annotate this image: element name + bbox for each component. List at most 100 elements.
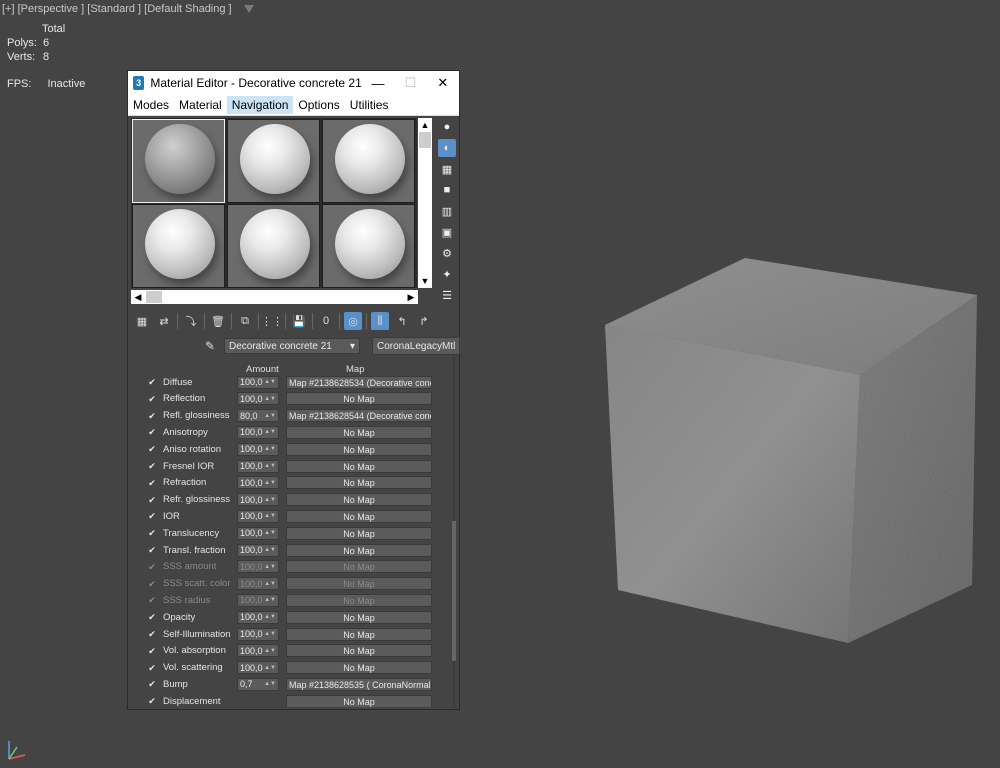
amount-spinner[interactable]: 100,0 ▲▼: [237, 560, 279, 574]
sample-slot-2[interactable]: [227, 119, 320, 203]
minimize-button[interactable]: —: [362, 76, 394, 91]
map-button[interactable]: Map #2138628534 (Decorative conc: [286, 375, 432, 389]
video-color-check-icon[interactable]: ▥: [438, 202, 456, 220]
map-button[interactable]: No Map: [286, 661, 432, 675]
slots-horizontal-scrollbar[interactable]: ◀ ▶: [131, 290, 418, 304]
scroll-thumb[interactable]: [419, 132, 431, 148]
param-checkbox[interactable]: ✔: [147, 461, 157, 471]
sample-uv-tiling-icon[interactable]: ■: [438, 181, 456, 199]
spinner-arrows-icon[interactable]: ▲▼: [264, 497, 276, 503]
map-button[interactable]: No Map: [286, 543, 432, 557]
param-checkbox[interactable]: ✔: [147, 444, 157, 454]
map-button[interactable]: No Map: [286, 577, 432, 591]
scroll-up-icon[interactable]: ▲: [418, 118, 432, 132]
menu-modes[interactable]: Modes: [128, 96, 174, 114]
scroll-left-icon[interactable]: ◀: [131, 290, 145, 304]
concrete-cube[interactable]: [600, 255, 980, 645]
assign-material-icon[interactable]: ⤵: [182, 312, 200, 330]
material-type-button[interactable]: CoronaLegacyMtl: [372, 337, 461, 355]
spinner-arrows-icon[interactable]: ▲▼: [264, 413, 276, 419]
spinner-arrows-icon[interactable]: ▲▼: [264, 513, 276, 519]
sample-slot-1[interactable]: [132, 119, 225, 203]
spinner-arrows-icon[interactable]: ▲▼: [264, 463, 276, 469]
amount-spinner[interactable]: 100,0 ▲▼: [237, 593, 279, 607]
amount-spinner[interactable]: 100,0 ▲▼: [237, 425, 279, 439]
amount-spinner[interactable]: 100,0 ▲▼: [237, 644, 279, 658]
amount-spinner[interactable]: 100,0 ▲▼: [237, 509, 279, 523]
make-unique-icon[interactable]: ⧉: [236, 312, 254, 330]
background-checker-icon[interactable]: ▦: [438, 160, 456, 178]
param-checkbox[interactable]: ✔: [147, 629, 157, 639]
amount-spinner[interactable]: 100,0 ▲▼: [237, 661, 279, 675]
param-checkbox[interactable]: ✔: [147, 377, 157, 387]
material-map-navigator-icon[interactable]: ☰: [438, 286, 456, 304]
sample-slot-4[interactable]: [132, 204, 225, 288]
map-button[interactable]: No Map: [286, 442, 432, 456]
backlight-icon[interactable]: ◐: [438, 139, 456, 157]
param-checkbox[interactable]: ✔: [147, 394, 157, 404]
map-button[interactable]: No Map: [286, 560, 432, 574]
map-button[interactable]: No Map: [286, 459, 432, 473]
filter-icon[interactable]: [243, 5, 254, 13]
spinner-arrows-icon[interactable]: ▲▼: [264, 564, 276, 570]
spinner-arrows-icon[interactable]: ▲▼: [264, 530, 276, 536]
scroll-down-icon[interactable]: ▼: [418, 274, 432, 288]
sample-type-icon[interactable]: ●: [438, 118, 456, 136]
rollout-scrollbar[interactable]: [451, 356, 457, 706]
maximize-button[interactable]: ☐: [394, 75, 426, 91]
viewport-label-text[interactable]: [+] [Perspective ] [Standard ] [Default …: [2, 3, 232, 15]
spinner-arrows-icon[interactable]: ▲▼: [264, 429, 276, 435]
rollout-scroll-thumb[interactable]: [452, 521, 456, 661]
amount-spinner[interactable]: 80,0 ▲▼: [237, 409, 279, 423]
make-preview-icon[interactable]: ▣: [438, 223, 456, 241]
param-checkbox[interactable]: ✔: [147, 562, 157, 572]
reset-map-icon[interactable]: 🗑: [209, 312, 227, 330]
close-button[interactable]: ✕: [427, 75, 459, 91]
eyedropper-icon[interactable]: ✎: [202, 339, 218, 353]
put-to-library-icon[interactable]: ⋮⋮: [261, 312, 283, 330]
map-button[interactable]: Map #2138628535 ( CoronaNormal: [286, 677, 432, 691]
map-button[interactable]: No Map: [286, 644, 432, 658]
param-checkbox[interactable]: ✔: [147, 545, 157, 555]
amount-spinner[interactable]: 100,0 ▲▼: [237, 526, 279, 540]
spinner-arrows-icon[interactable]: ▲▼: [264, 581, 276, 587]
map-button[interactable]: No Map: [286, 694, 432, 707]
map-button[interactable]: Map #2138628544 (Decorative conc: [286, 409, 432, 423]
go-forward-sibling-icon[interactable]: ↱: [415, 312, 433, 330]
sample-slot-5[interactable]: [227, 204, 320, 288]
get-material-icon[interactable]: ▦: [133, 312, 151, 330]
show-end-result-icon[interactable]: ⫼: [371, 312, 389, 330]
spinner-arrows-icon[interactable]: ▲▼: [264, 681, 276, 687]
material-name-dropdown[interactable]: Decorative concrete 21 ▾: [224, 338, 360, 354]
param-checkbox[interactable]: ✔: [147, 595, 157, 605]
map-button[interactable]: No Map: [286, 526, 432, 540]
material-editor-window[interactable]: 3 Material Editor - Decorative concrete …: [127, 70, 461, 710]
title-bar[interactable]: 3 Material Editor - Decorative concrete …: [128, 71, 459, 95]
spinner-arrows-icon[interactable]: ▲▼: [264, 480, 276, 486]
param-checkbox[interactable]: ✔: [147, 579, 157, 589]
put-material-to-scene-icon[interactable]: ⇄: [155, 312, 173, 330]
amount-spinner[interactable]: 0,7 ▲▼: [237, 677, 279, 691]
scroll-thumb[interactable]: [146, 291, 162, 303]
param-checkbox[interactable]: ✔: [147, 696, 157, 706]
spinner-arrows-icon[interactable]: ▲▼: [264, 446, 276, 452]
map-button[interactable]: No Map: [286, 493, 432, 507]
amount-spinner[interactable]: 100,0 ▲▼: [237, 577, 279, 591]
show-shaded-material-icon[interactable]: ◎: [344, 312, 362, 330]
slots-vertical-scrollbar[interactable]: ▲ ▼: [418, 118, 432, 288]
spinner-arrows-icon[interactable]: ▲▼: [264, 614, 276, 620]
amount-spinner[interactable]: 100,0 ▲▼: [237, 392, 279, 406]
param-checkbox[interactable]: ✔: [147, 495, 157, 505]
menu-options[interactable]: Options: [293, 96, 344, 114]
viewport-label[interactable]: [+] [Perspective ] [Standard ] [Default …: [2, 3, 254, 15]
menu-material[interactable]: Material: [174, 96, 227, 114]
param-checkbox[interactable]: ✔: [147, 427, 157, 437]
spinner-arrows-icon[interactable]: ▲▼: [264, 379, 276, 385]
material-id-channel-icon[interactable]: 0: [317, 312, 335, 330]
save-icon[interactable]: 💾: [290, 312, 308, 330]
map-button[interactable]: No Map: [286, 425, 432, 439]
map-button[interactable]: No Map: [286, 392, 432, 406]
param-checkbox[interactable]: ✔: [147, 679, 157, 689]
map-button[interactable]: No Map: [286, 509, 432, 523]
amount-spinner[interactable]: 100,0 ▲▼: [237, 493, 279, 507]
